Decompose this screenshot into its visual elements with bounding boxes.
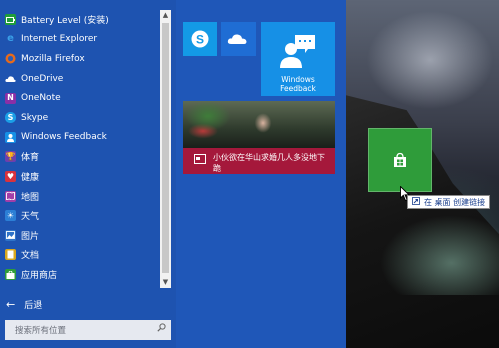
scroll-up-arrow-icon[interactable]: ▲ <box>160 10 171 21</box>
scroll-thumb[interactable] <box>162 23 169 273</box>
svg-text:S: S <box>196 33 204 47</box>
app-label: 健康 <box>21 173 40 184</box>
tooltip-text: 在 桌面 创建链接 <box>424 197 486 207</box>
app-label: 图片 <box>21 231 40 242</box>
app-item-onedrive[interactable]: OneDrive <box>0 69 158 89</box>
app-item-maps[interactable]: 地图 <box>0 186 158 206</box>
back-button[interactable]: ← 后退 <box>6 296 42 312</box>
app-item-internet-explorer[interactable]: e Internet Explorer <box>0 30 158 50</box>
app-item-windows-feedback[interactable]: Windows Feedback <box>0 128 158 148</box>
news-headline: 小伙欲在华山求婚几人多没地下跪 <box>213 153 325 173</box>
app-label: Windows Feedback <box>21 132 107 143</box>
app-label: 地图 <box>21 192 40 203</box>
skype-icon: S <box>5 112 16 124</box>
picture-icon <box>5 229 16 241</box>
app-label: OneDrive <box>21 73 64 84</box>
app-item-battery-level[interactable]: Battery Level (安装) <box>0 10 158 30</box>
store-bag-icon <box>394 152 406 167</box>
desktop-surf-graphic <box>380 215 499 295</box>
app-label: Battery Level (安装) <box>21 16 109 27</box>
skype-tile[interactable]: S <box>183 22 217 56</box>
heart-icon: ♥ <box>5 171 16 183</box>
onedrive-cloud-icon <box>227 34 247 44</box>
battery-icon <box>5 14 16 26</box>
internet-explorer-icon: e <box>7 33 14 45</box>
document-icon <box>5 249 16 261</box>
back-label: 后退 <box>24 300 43 311</box>
news-tile[interactable]: 小伙欲在华山求婚几人多没地下跪 <box>183 101 335 174</box>
app-item-health[interactable]: ♥ 健康 <box>0 167 158 187</box>
shortcut-link-icon <box>412 197 420 207</box>
app-item-weather[interactable]: ☀ 天气 <box>0 206 158 226</box>
app-label: OneNote <box>21 93 61 104</box>
app-label: Mozilla Firefox <box>21 53 85 64</box>
feedback-label-line2: Feedback <box>280 84 316 93</box>
app-item-onenote[interactable]: N OneNote <box>0 88 158 108</box>
app-item-documents[interactable]: 文档 <box>0 245 158 265</box>
trophy-icon: 🏆 <box>5 151 16 163</box>
app-item-mozilla-firefox[interactable]: Mozilla Firefox <box>0 49 158 69</box>
onedrive-icon <box>5 73 16 84</box>
search-icon <box>157 323 166 335</box>
windows-feedback-tile-label: Windows Feedback <box>261 75 335 93</box>
app-list-scrollbar[interactable]: ▲ ▼ <box>160 10 171 288</box>
app-list: Battery Level (安装) e Internet Explorer M… <box>0 10 158 284</box>
sun-icon: ☀ <box>5 210 16 222</box>
search-box[interactable]: 搜索所有位置 <box>5 320 171 340</box>
feedback-person-icon <box>280 35 315 68</box>
map-icon <box>5 190 16 202</box>
app-label: 文档 <box>21 251 40 262</box>
app-item-sports[interactable]: 🏆 体育 <box>0 147 158 167</box>
news-icon <box>194 154 206 164</box>
app-item-pictures[interactable]: 图片 <box>0 226 158 246</box>
feedback-icon <box>5 131 16 143</box>
app-item-skype[interactable]: S Skype <box>0 108 158 128</box>
onedrive-tile[interactable] <box>221 22 256 56</box>
dragged-store-tile[interactable] <box>368 128 432 192</box>
news-photo <box>183 101 335 148</box>
app-item-store[interactable]: 应用商店 <box>0 265 158 285</box>
back-arrow-icon: ← <box>6 297 16 311</box>
create-link-tooltip: 在 桌面 创建链接 <box>407 195 491 209</box>
onenote-icon: N <box>5 92 16 104</box>
store-icon <box>5 269 16 281</box>
feedback-label-line1: Windows <box>281 75 315 84</box>
skype-icon: S <box>191 30 209 48</box>
app-label: 天气 <box>21 212 40 223</box>
all-apps-pane: Battery Level (安装) e Internet Explorer M… <box>0 0 176 348</box>
scroll-down-arrow-icon[interactable]: ▼ <box>160 277 171 288</box>
app-label: Internet Explorer <box>21 34 98 45</box>
app-label: 应用商店 <box>21 271 58 282</box>
start-menu: Battery Level (安装) e Internet Explorer M… <box>0 0 346 348</box>
windows-feedback-tile[interactable]: Windows Feedback <box>261 22 335 96</box>
app-label: Skype <box>21 112 49 123</box>
firefox-icon <box>5 53 16 64</box>
app-label: 体育 <box>21 153 40 164</box>
search-placeholder: 搜索所有位置 <box>15 326 67 336</box>
